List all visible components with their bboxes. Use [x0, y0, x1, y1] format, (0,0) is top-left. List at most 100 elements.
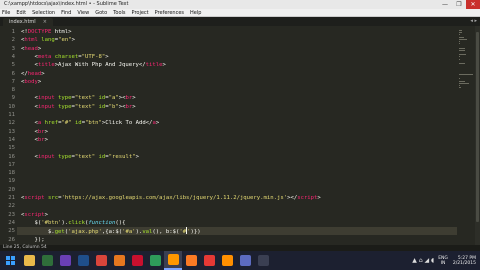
code-line[interactable]: <title>Ajax With Php And Jquery</title>	[21, 61, 166, 69]
taskbar-app-dreamweaver[interactable]	[38, 251, 56, 270]
code-token: <!	[21, 29, 28, 35]
clock[interactable]: 5:27 PM 2/21/2015	[453, 256, 476, 266]
code-token: "text"	[74, 95, 96, 102]
taskbar-app-camtasia[interactable]	[146, 251, 164, 270]
code-token: 'https://ajax.googleapis.com/ajax/libs/j…	[61, 195, 288, 201]
minimap-line	[459, 78, 461, 80]
code-line[interactable]: $.get('ajax.php',{a:$('#a').val(), b:$('…	[21, 227, 201, 235]
code-token: <	[21, 136, 38, 143]
taskbar-app-paint[interactable]	[236, 251, 254, 270]
line-number: 15	[8, 145, 15, 152]
code-line[interactable]: <script>	[21, 211, 48, 219]
minimize-button[interactable]: —	[438, 0, 452, 9]
taskbar-app-xampp[interactable]	[182, 251, 200, 270]
line-number: 6	[11, 70, 15, 77]
taskbar-app-photoshop[interactable]	[74, 251, 92, 270]
menu-file[interactable]: File	[2, 9, 10, 17]
menu-preferences[interactable]: Preferences	[155, 9, 184, 17]
code-token: head	[27, 70, 42, 77]
menu-help[interactable]: Help	[190, 9, 201, 17]
code-line[interactable]: </head>	[21, 70, 45, 78]
menu-find[interactable]: Find	[61, 9, 71, 17]
code-token: "#"	[61, 120, 72, 127]
onenote-icon	[257, 255, 269, 266]
minimap-line	[459, 36, 464, 38]
code-line[interactable]: <html lang="en">	[21, 36, 75, 44]
minimap[interactable]	[457, 26, 475, 245]
code-line[interactable]: <head>	[21, 45, 41, 53]
taskbar-app-onenote[interactable]	[254, 251, 272, 270]
taskbar-app-visual-studio[interactable]	[56, 251, 74, 270]
code-token: $.	[21, 229, 55, 236]
code-token: >	[44, 211, 48, 218]
code-line[interactable]: <input type="text" id="a"><br>	[21, 94, 136, 102]
code-line[interactable]: <br>	[21, 136, 48, 144]
minimap-line	[459, 38, 467, 40]
menu-goto[interactable]: Goto	[95, 9, 107, 17]
line-number: 23	[8, 211, 15, 218]
code-line[interactable]: <!DOCTYPE html>	[21, 28, 72, 36]
code-area[interactable]: <!DOCTYPE html> <html lang="en"> <head> <m…	[17, 26, 457, 251]
line-number: 14	[8, 136, 15, 143]
tab-scroll-arrows-icon[interactable]: ◂ ▸	[470, 18, 477, 24]
taskbar-app-firefox[interactable]	[110, 251, 128, 270]
code-token: (), b:$(	[152, 229, 180, 236]
code-token: <	[21, 120, 38, 127]
menu-bar: File Edit Selection Find View Goto Tools…	[0, 9, 480, 17]
line-number: 7	[11, 78, 15, 85]
maximize-button[interactable]: ❐	[452, 0, 466, 9]
menu-edit[interactable]: Edit	[16, 9, 26, 17]
taskbar-app-opera[interactable]	[128, 251, 146, 270]
menu-view[interactable]: View	[77, 9, 89, 17]
code-line[interactable]: $('#btn').click(function(){	[21, 219, 125, 227]
vertical-scrollbar[interactable]	[475, 26, 480, 245]
code-token: ><	[118, 103, 126, 110]
code-token: html>	[51, 29, 72, 35]
taskbar-app-chrome[interactable]	[92, 251, 110, 270]
taskbar: ▲ ⌂ ◢ ◖ ENG IN 5:27 PM 2/21/2015	[0, 251, 480, 270]
code-line[interactable]: <script src='https://ajax.googleapis.com…	[21, 194, 321, 202]
scrollbar-thumb[interactable]	[476, 32, 479, 222]
code-line[interactable]: <input type="text" id="b"><br>	[21, 103, 135, 111]
minimap-line	[459, 74, 473, 75]
code-token: >	[135, 153, 139, 160]
minimap-line	[459, 32, 462, 34]
code-line[interactable]: <body>	[21, 78, 41, 86]
tray-icons[interactable]: ▲ ⌂ ◢ ◖	[412, 257, 434, 264]
minimap-line	[459, 63, 466, 64]
taskbar-app-sublime-text[interactable]	[164, 251, 182, 270]
photoshop-icon	[77, 255, 89, 266]
file-explorer-icon	[23, 255, 35, 266]
tab-close-icon[interactable]: ×	[43, 18, 47, 26]
code-token: >	[132, 95, 136, 102]
window-title: C:\xampp\htdocs\ajax\index.html • - Subl…	[4, 1, 129, 7]
taskbar-app-illustrator[interactable]	[218, 251, 236, 270]
code-editor[interactable]: 1 2 3 4 5 6 7 8 9 10 11 12 13 14 15 16 17 18 19 20 21 22 23 24 2…	[0, 26, 480, 251]
code-token: '#a'	[122, 229, 136, 236]
taskbar-app-media-player[interactable]	[200, 251, 218, 270]
code-token: <	[21, 128, 38, 135]
chrome-icon	[95, 255, 107, 266]
tab-index-html[interactable]: index.html ×	[3, 18, 53, 26]
code-token: >Click To Add</	[101, 120, 153, 127]
input-language[interactable]: ENG IN	[438, 256, 448, 266]
code-token: >Ajax With Php And Jquery</	[54, 62, 146, 69]
code-token: title	[37, 62, 55, 69]
line-number: 8	[11, 87, 15, 94]
taskbar-app-file-explorer[interactable]	[20, 251, 38, 270]
code-line[interactable]: <meta charset="UTF-8">	[21, 53, 108, 61]
close-button[interactable]: ✕	[466, 0, 480, 9]
code-line[interactable]: });	[21, 236, 44, 244]
start-button[interactable]	[0, 251, 20, 270]
menu-selection[interactable]: Selection	[32, 9, 55, 17]
minimap-line	[459, 41, 461, 42]
code-token: >	[44, 136, 48, 143]
code-token: >	[162, 62, 166, 69]
code-line[interactable]: <input type="text" id="result">	[21, 153, 139, 161]
menu-project[interactable]: Project	[132, 9, 149, 17]
code-token: type	[58, 103, 72, 110]
menu-tools[interactable]: Tools	[113, 9, 125, 17]
code-line[interactable]: <br>	[21, 128, 48, 136]
window-titlebar: C:\xampp\htdocs\ajax\index.html • - Subl…	[0, 0, 480, 9]
code-line[interactable]: <a href="#" id="btn">Click To Add</a>	[21, 119, 159, 127]
